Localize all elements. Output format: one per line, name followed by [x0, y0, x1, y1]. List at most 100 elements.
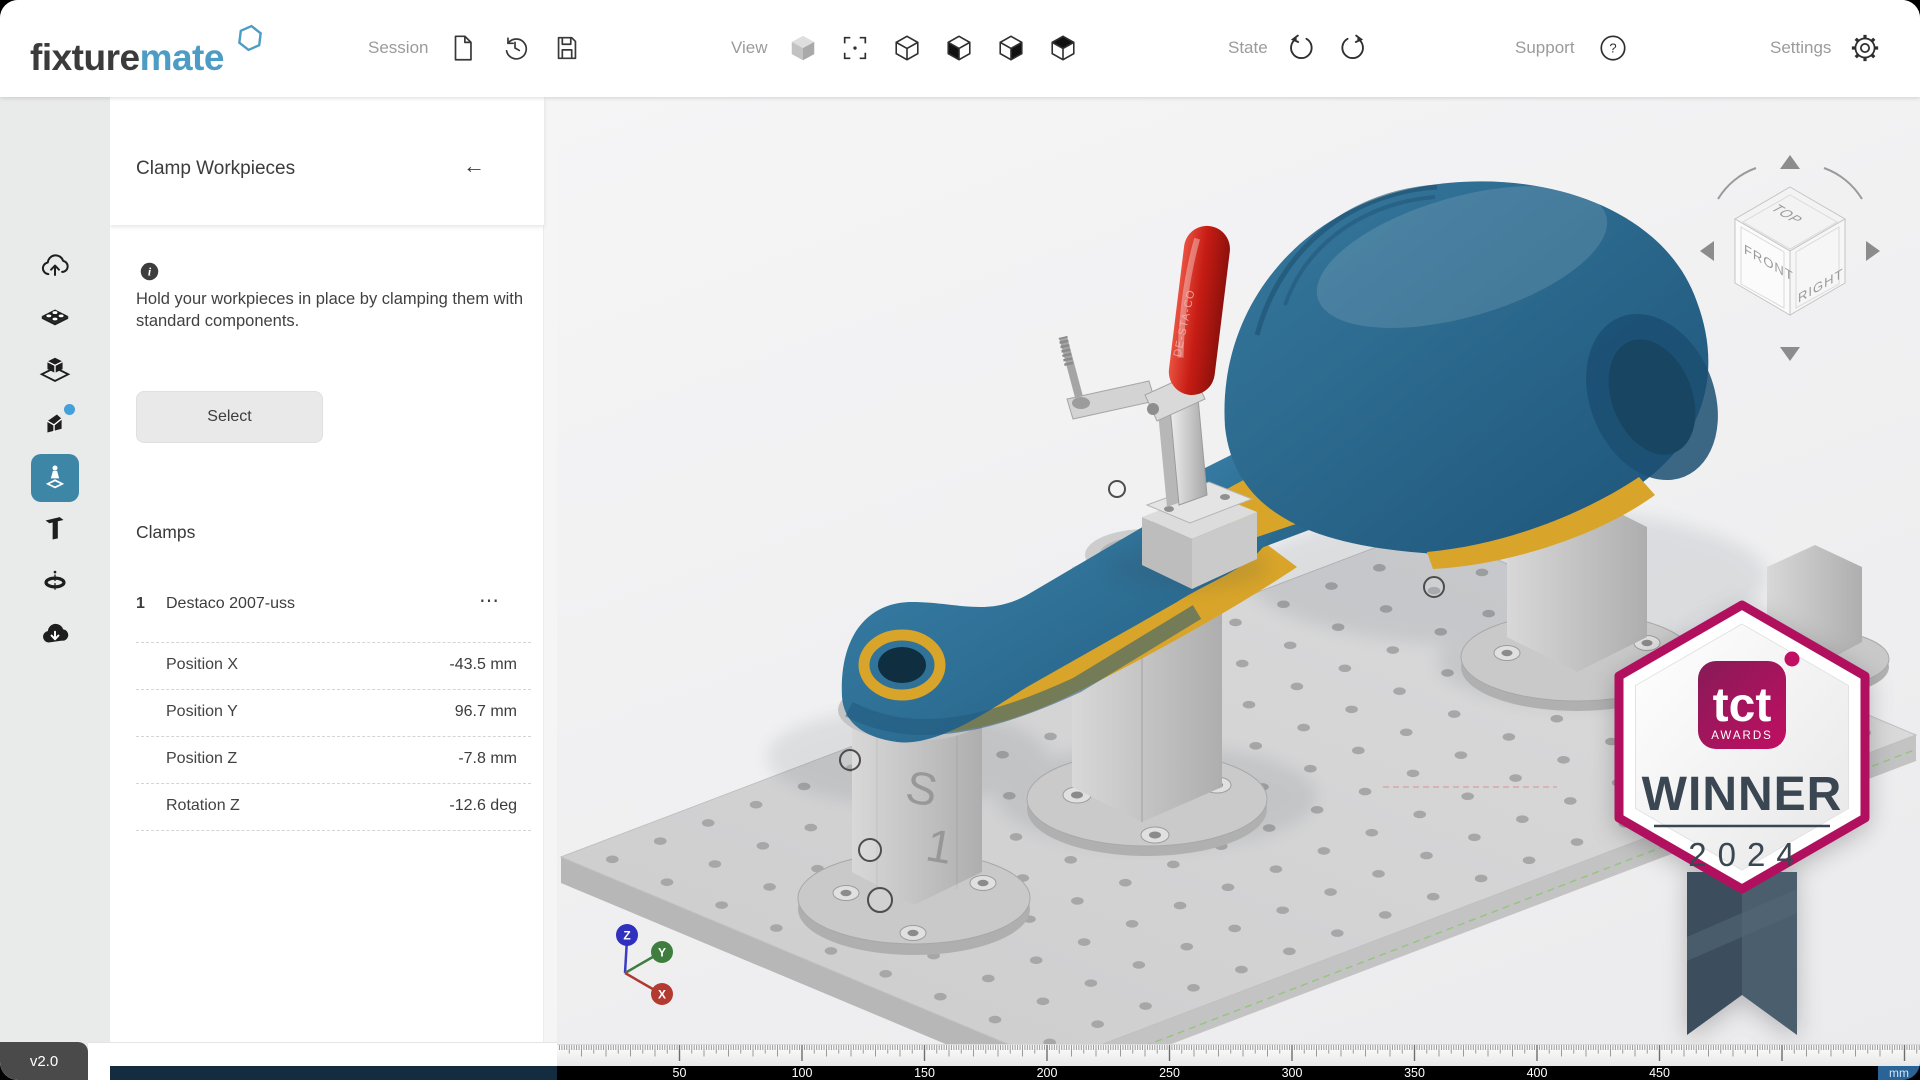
wireframe-cube-icon[interactable] [892, 33, 922, 63]
ruler-label: 250 [1159, 1066, 1180, 1080]
info-icon: i [140, 262, 159, 281]
support-icons: ? [1598, 33, 1628, 63]
settings-gear-icon[interactable] [1850, 33, 1880, 63]
tct-logo-sub: AWARDS [1711, 730, 1773, 742]
cube-left-face-icon[interactable] [944, 33, 974, 63]
sidebar-item-bolt[interactable] [38, 511, 72, 545]
cube-right-face-icon[interactable] [996, 33, 1026, 63]
view-up-arrow[interactable] [1780, 155, 1800, 169]
property-value[interactable]: 96.7 mm [455, 703, 517, 721]
workpiece-housing[interactable] [1224, 158, 1741, 569]
sidebar-item-clamp[interactable] [31, 454, 79, 502]
undo-icon[interactable] [1286, 33, 1316, 63]
support-label: Support [1515, 38, 1575, 58]
property-value[interactable]: -43.5 mm [449, 656, 517, 674]
view-cube[interactable]: TOP FRONT RIGHT [1696, 153, 1896, 365]
ruler-scale: 50100150200250300350400450 [557, 1066, 1920, 1080]
select-button[interactable]: Select [136, 391, 323, 443]
logo-hexagon-icon [237, 24, 263, 52]
app-window: fixturemate Session View State Support ?… [0, 0, 1920, 1080]
clamp-menu-button[interactable]: ⋯ [473, 587, 507, 614]
ruler-label: 50 [673, 1066, 687, 1080]
arm-hole [878, 647, 926, 683]
cube-top-face-icon[interactable] [1048, 33, 1078, 63]
shaded-cube-icon[interactable] [788, 33, 818, 63]
view-label: View [731, 38, 768, 58]
badge-winner-text: WINNER [1642, 768, 1843, 821]
view-left-arrow[interactable] [1700, 241, 1714, 261]
topbar: fixturemate Session View State Support ?… [0, 0, 1920, 97]
panel-header: Clamp Workpieces ← [110, 97, 544, 225]
axis-triad: Z Y X [616, 924, 673, 1005]
view-icons [788, 33, 1078, 63]
page-title: Clamp Workpieces [136, 158, 295, 180]
sidebar-item-download-cloud[interactable] [38, 618, 72, 652]
badge-year-text: 2024 [1688, 836, 1805, 873]
ruler-label: 300 [1282, 1066, 1303, 1080]
clamp-handle[interactable]: DE-STA-CO [1166, 223, 1232, 397]
sidebar-item-orient-block[interactable] [38, 407, 72, 441]
tct-logo-dot [1785, 652, 1800, 667]
new-file-icon[interactable] [448, 33, 478, 63]
settings-icons [1850, 33, 1880, 63]
session-label: Session [368, 38, 428, 58]
back-button[interactable]: ← [463, 155, 485, 177]
clamp-index: 1 [136, 595, 145, 613]
view-right-arrow[interactable] [1866, 241, 1880, 261]
state-icons [1286, 33, 1368, 63]
ruler-label: 350 [1404, 1066, 1425, 1080]
property-label: Position Y [166, 703, 238, 721]
property-row[interactable]: Position X -43.5 mm [136, 642, 531, 690]
sidebar-item-baseplate[interactable] [38, 302, 72, 336]
state-label: State [1228, 38, 1268, 58]
clamp-workpieces-panel: Clamp Workpieces ← i Hold your workpiece… [110, 97, 557, 1080]
ruler-label: 450 [1649, 1066, 1670, 1080]
property-row[interactable]: Position Y 96.7 mm [136, 690, 531, 737]
help-icon[interactable]: ? [1598, 33, 1628, 63]
logo-text-mate: mate [140, 37, 224, 78]
ruler-unit-badge[interactable]: mm [1878, 1066, 1920, 1080]
rotate-cw-arc[interactable] [1824, 168, 1862, 199]
sidebar-item-probe-ring[interactable] [38, 565, 72, 599]
panel-description: Hold your workpieces in place by clampin… [136, 289, 526, 333]
sidebar-item-upload-cloud[interactable] [38, 250, 72, 284]
ruler-label: 100 [792, 1066, 813, 1080]
property-value[interactable]: -12.6 deg [449, 797, 517, 815]
clamp-list-item[interactable]: 1 Destaco 2007-uss ⋯ [136, 587, 531, 627]
clamp-properties: Position X-43.5 mmPosition Y96.7 mmPosit… [136, 642, 531, 831]
property-value[interactable]: -7.8 mm [458, 750, 517, 768]
property-row[interactable]: Rotation Z-12.6 deg [136, 784, 531, 831]
fit-view-icon[interactable] [840, 33, 870, 63]
award-ribbon [1687, 872, 1797, 1035]
app-logo: fixturemate [30, 24, 263, 79]
ruler-label: 400 [1527, 1066, 1548, 1080]
property-label: Position X [166, 656, 238, 674]
view-down-arrow[interactable] [1780, 347, 1800, 361]
rotate-ccw-arc[interactable] [1718, 168, 1756, 199]
notification-dot [64, 404, 75, 415]
logo-text-fixture: fixture [30, 37, 140, 78]
redo-icon[interactable] [1338, 33, 1368, 63]
property-label: Position Z [166, 750, 237, 768]
x-axis-label: X [658, 988, 666, 1002]
z-axis-label: Z [623, 929, 630, 943]
ruler: 50100150200250300350400450 mm [557, 1044, 1920, 1080]
session-icons [448, 33, 582, 63]
svg-text:?: ? [1609, 41, 1616, 56]
history-icon[interactable] [500, 33, 530, 63]
status-progress-bar [110, 1066, 557, 1080]
tct-award-badge: tct AWARDS WINNER 2024 [1592, 597, 1892, 1044]
clamp-name: Destaco 2007-uss [166, 595, 295, 613]
ruler-ticks [557, 1044, 1920, 1067]
sidebar-item-workpiece[interactable] [38, 354, 72, 388]
panel-scrollbar-gutter[interactable] [543, 97, 557, 1080]
ruler-label: 200 [1037, 1066, 1058, 1080]
sidebar [0, 97, 110, 1080]
save-icon[interactable] [552, 33, 582, 63]
y-axis-label: Y [658, 946, 666, 960]
property-row[interactable]: Position Z -7.8 mm [136, 737, 531, 784]
version-badge: v2.0 [0, 1042, 88, 1080]
clamps-heading: Clamps [136, 522, 195, 543]
viewport-3d[interactable]: S1 [557, 97, 1920, 1044]
settings-label: Settings [1770, 38, 1831, 58]
